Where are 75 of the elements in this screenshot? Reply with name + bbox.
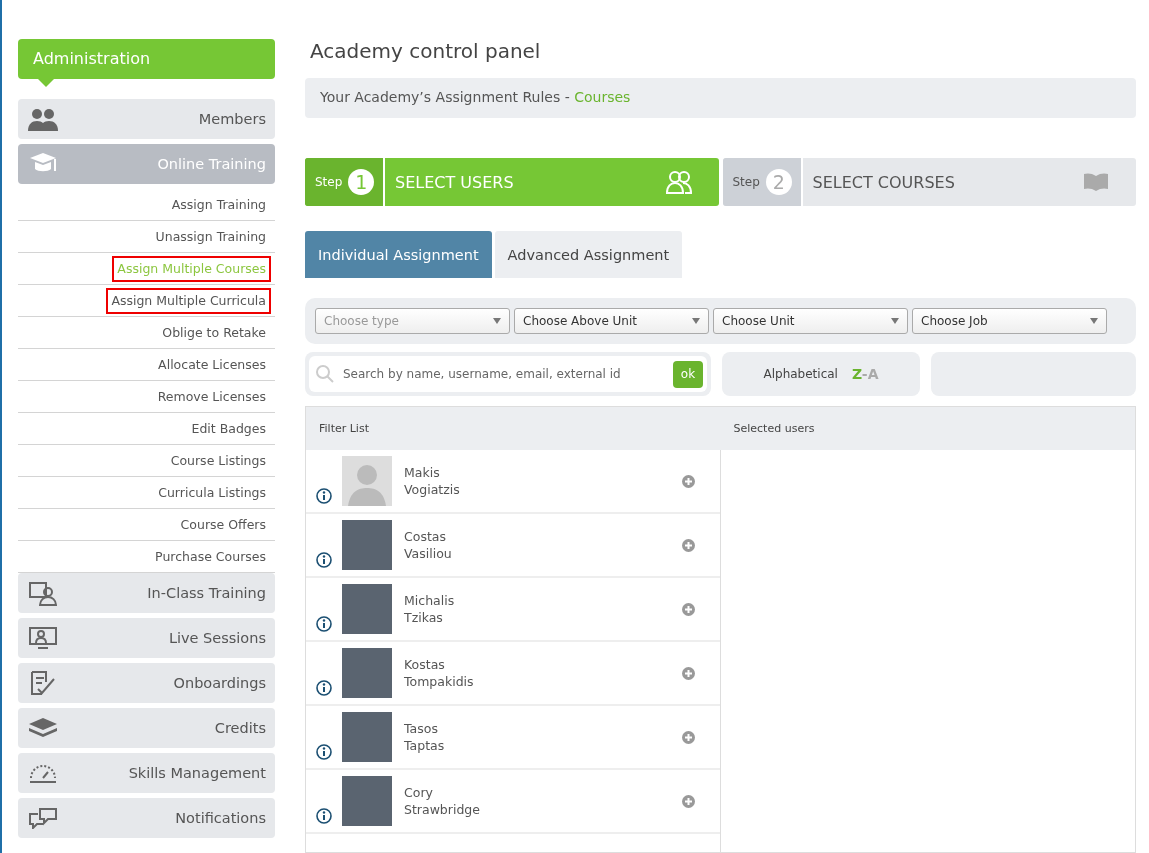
layers-icon xyxy=(28,716,58,740)
info-icon[interactable] xyxy=(316,488,332,504)
dropdown-caret-icon xyxy=(891,318,899,324)
column-header: Selected users xyxy=(733,422,815,435)
user-last-name: Vasiliou xyxy=(404,545,453,562)
info-icon[interactable] xyxy=(316,744,332,760)
user-last-name: Taptas xyxy=(404,737,446,754)
step-label: Step xyxy=(315,175,343,189)
page-title: Academy control panel xyxy=(310,39,542,63)
user-first-name: Kostas xyxy=(404,656,446,673)
add-icon[interactable] xyxy=(681,666,695,680)
sidebar-link[interactable]: Edit Badges xyxy=(186,415,271,442)
sidebar-link[interactable]: Oblige to Retake xyxy=(157,319,271,346)
gauge-icon xyxy=(28,762,58,784)
filter-dropdown[interactable]: Choose Above Unit xyxy=(514,308,709,334)
sidebar-section[interactable]: Onboardings xyxy=(18,663,275,703)
user-last-name: Tzikas xyxy=(404,609,444,626)
monitor-icon xyxy=(28,626,58,650)
sidebar-section[interactable]: Live Sessions xyxy=(18,618,275,658)
sidebar-section[interactable]: Members xyxy=(18,99,275,139)
step-number: 2 xyxy=(765,169,792,195)
user-last-name: Vogiatzis xyxy=(404,481,461,498)
step-panel[interactable]: Step 2 SELECT COURSES xyxy=(722,158,1136,206)
administration-header: Administration xyxy=(18,39,275,79)
sidebar-section[interactable]: Credits xyxy=(18,708,275,748)
sidebar-link[interactable]: Allocate Licenses xyxy=(153,351,271,378)
add-icon[interactable] xyxy=(681,602,695,616)
people-icon xyxy=(28,107,58,131)
sidebar-link[interactable]: Curricula Listings xyxy=(153,479,271,506)
sidebar-link[interactable]: Course Offers xyxy=(175,511,271,538)
step-label: Step xyxy=(732,175,760,189)
info-icon[interactable] xyxy=(316,552,332,568)
sidebar-link[interactable]: Remove Licenses xyxy=(152,383,271,410)
sidebar-link[interactable]: Purchase Courses xyxy=(150,543,271,570)
user-first-name: Makis xyxy=(404,464,441,481)
sidebar-section[interactable]: Skills Management xyxy=(18,753,275,793)
user-first-name: Michalis xyxy=(404,592,456,609)
dropdown-caret-icon xyxy=(1090,318,1098,324)
step-number: 1 xyxy=(348,169,375,195)
info-icon[interactable] xyxy=(316,680,332,696)
add-icon[interactable] xyxy=(681,730,695,744)
sidebar-section[interactable]: Notifications xyxy=(18,798,275,838)
assignment-tab[interactable]: Individual Assignment xyxy=(305,231,492,278)
search-icon xyxy=(315,364,335,384)
breadcrumb: Your Academy’s Assignment Rules - Courses xyxy=(305,78,1136,118)
sidebar-section[interactable]: In-Class Training xyxy=(18,573,275,613)
sidebar-link[interactable]: Course Listings xyxy=(165,447,271,474)
checklist-icon xyxy=(28,670,58,696)
step-title: SELECT COURSES xyxy=(812,172,955,192)
filter-dropdown[interactable]: Choose Job xyxy=(912,308,1107,334)
user-last-name: Strawbridge xyxy=(404,801,481,818)
add-icon[interactable] xyxy=(681,474,695,488)
user-first-name: Tasos xyxy=(404,720,439,737)
info-icon[interactable] xyxy=(316,616,332,632)
add-icon[interactable] xyxy=(681,794,695,808)
step-title: SELECT USERS xyxy=(395,172,514,192)
header-pointer xyxy=(38,79,54,87)
sort-label: Alphabetical xyxy=(763,367,838,381)
users-icon xyxy=(663,169,694,195)
info-icon[interactable] xyxy=(316,808,332,824)
sidebar-link[interactable]: Assign Training xyxy=(166,191,271,218)
add-icon[interactable] xyxy=(681,538,695,552)
sidebar-link[interactable]: Unassign Training xyxy=(150,223,271,250)
open-book-icon xyxy=(1081,172,1111,192)
dropdown-caret-icon xyxy=(692,318,700,324)
assignment-tab[interactable]: Advanced Assignment xyxy=(494,231,683,278)
sidebar-link[interactable]: Assign Multiple Curricula xyxy=(106,287,271,314)
chat-bubbles-icon xyxy=(28,807,58,829)
presenter-icon xyxy=(28,580,58,606)
user-first-name: Costas xyxy=(404,528,447,545)
user-first-name: Cory xyxy=(404,784,434,801)
column-header: Filter List xyxy=(319,422,369,435)
dropdown-caret-icon xyxy=(493,318,501,324)
filter-dropdown[interactable]: Choose Unit xyxy=(713,308,908,334)
user-last-name: Tompakidis xyxy=(404,673,475,690)
